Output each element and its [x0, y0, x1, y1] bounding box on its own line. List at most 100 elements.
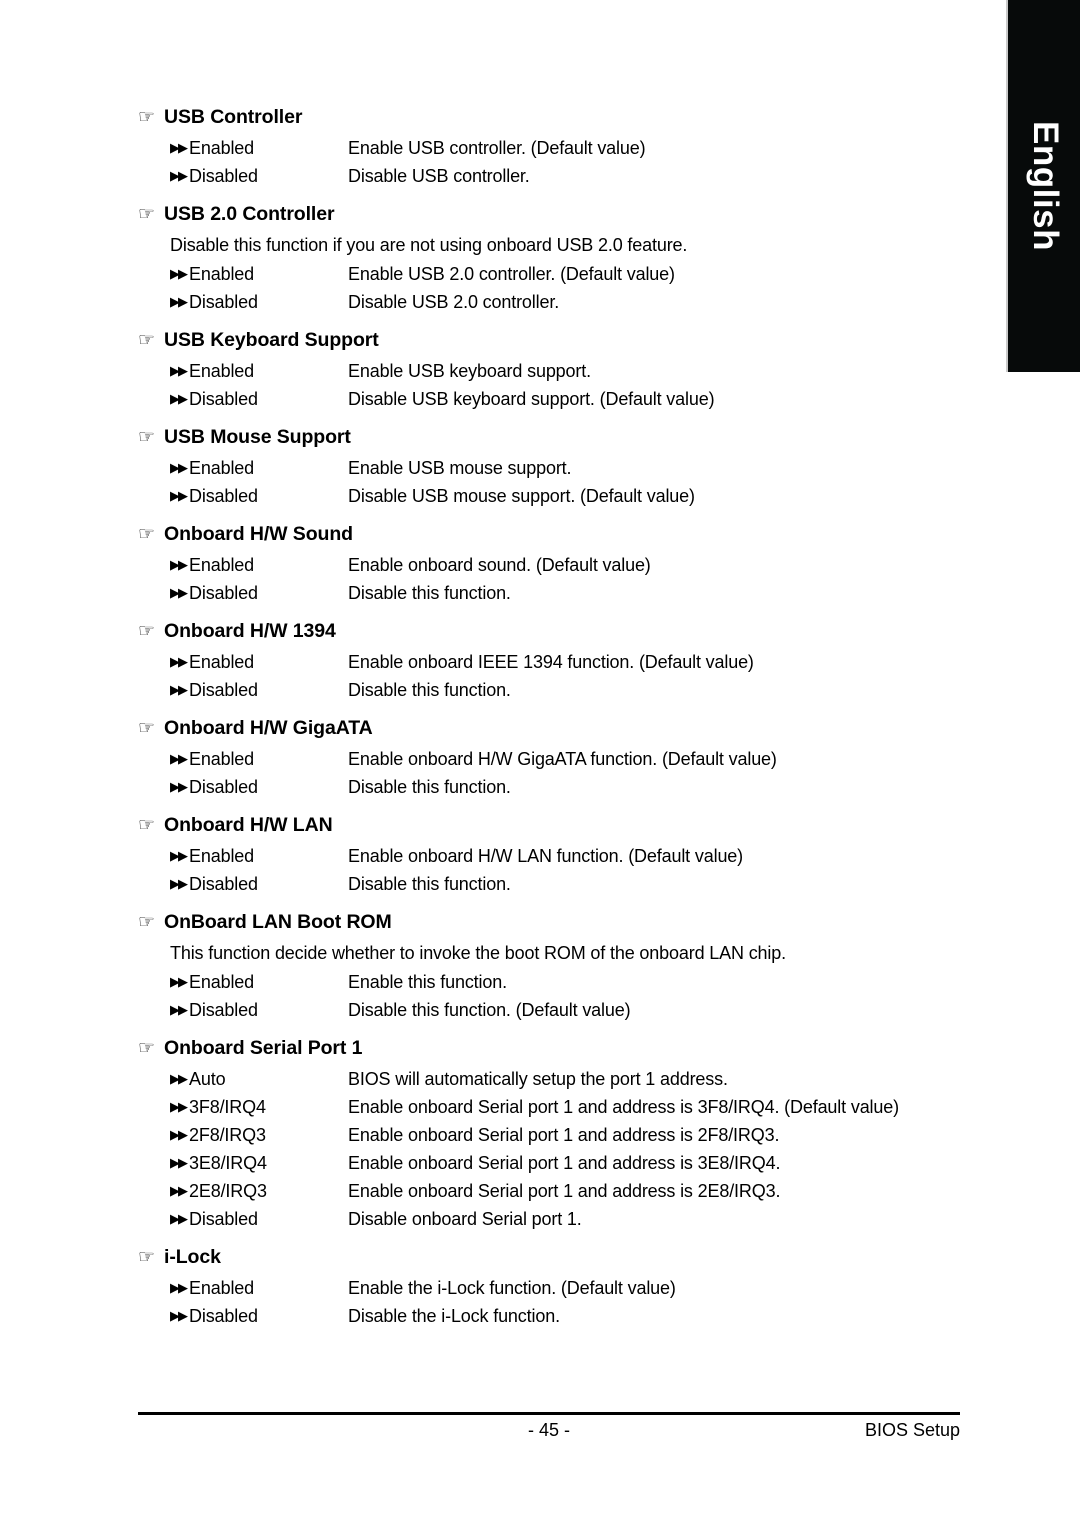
- option-row: ▶▶ Enabled Enable USB mouse support.: [170, 454, 978, 482]
- option-name: Disabled: [189, 680, 258, 700]
- section-title: OnBoard LAN Boot ROM: [164, 911, 392, 933]
- option-description: Disable the i-Lock function.: [348, 1306, 560, 1326]
- option-row: ▶▶ Enabled Enable this function.: [170, 968, 978, 996]
- footer-row: - 45 - BIOS Setup: [138, 1415, 960, 1445]
- bios-setting-section: ☞ Onboard H/W Sound ▶▶ Enabled Enable onboar…: [138, 521, 978, 616]
- option-description: Disable this function.: [348, 680, 511, 700]
- bios-setting-section: ☞ Onboard Serial Port 1 ▶▶ Auto BIOS will au…: [138, 1035, 978, 1242]
- option-row: ▶▶ Auto BIOS will automatically setup the …: [170, 1065, 978, 1093]
- section-title: USB Keyboard Support: [164, 329, 379, 351]
- pointing-hand-icon: ☞: [138, 427, 156, 448]
- option-name: 2F8/IRQ3: [189, 1125, 266, 1145]
- pointing-hand-icon: ☞: [138, 912, 156, 933]
- bios-setting-section: ☞ OnBoard LAN Boot ROM This function decid…: [138, 909, 978, 1033]
- double-arrow-icon: ▶▶: [170, 168, 188, 183]
- option-description: Enable onboard Serial port 1 and address…: [348, 1153, 781, 1173]
- section-heading: ☞ Onboard Serial Port 1: [138, 1035, 978, 1062]
- bios-setting-section: ☞ Onboard H/W 1394 ▶▶ Enabled Enable onboard…: [138, 618, 978, 713]
- page-footer: - 45 - BIOS Setup: [138, 1412, 960, 1445]
- option-name: 2E8/IRQ3: [189, 1181, 267, 1201]
- language-tab-english: English: [1006, 0, 1080, 372]
- option-name: Enabled: [189, 138, 255, 158]
- option-description: Enable onboard Serial port 1 and address…: [348, 1181, 781, 1201]
- option-name: 3E8/IRQ4: [189, 1153, 267, 1173]
- option-row: ▶▶ Disabled Disable this function.: [170, 676, 978, 704]
- double-arrow-icon: ▶▶: [170, 1183, 188, 1198]
- option-row: ▶▶ Enabled Enable onboard H/W LAN function…: [170, 842, 978, 870]
- option-name: Enabled: [189, 972, 255, 992]
- section-heading: ☞ Onboard H/W LAN: [138, 812, 978, 839]
- section-heading: ☞ OnBoard LAN Boot ROM: [138, 909, 978, 936]
- section-title: USB Controller: [164, 106, 303, 128]
- option-description: Enable this function.: [348, 972, 507, 992]
- option-name: Disabled: [189, 583, 258, 603]
- option-row: ▶▶ Disabled Disable USB 2.0 controller.: [170, 288, 978, 316]
- option-name: Disabled: [189, 292, 258, 312]
- footer-section-label: BIOS Setup: [864, 1420, 960, 1440]
- double-arrow-icon: ▶▶: [170, 488, 188, 503]
- double-arrow-icon: ▶▶: [170, 1099, 188, 1114]
- option-name: Disabled: [189, 389, 258, 409]
- double-arrow-icon: ▶▶: [170, 1155, 188, 1170]
- option-name: Enabled: [189, 1278, 255, 1298]
- section-title: Onboard H/W GigaATA: [164, 717, 373, 739]
- option-row: ▶▶ Disabled Disable USB mouse support. (De…: [170, 482, 978, 510]
- section-heading: ☞ USB Controller: [138, 104, 978, 131]
- option-description: Disable USB controller.: [348, 166, 530, 186]
- option-description: Enable USB mouse support.: [348, 458, 572, 478]
- section-heading: ☞ USB Mouse Support: [138, 424, 978, 451]
- option-description: Enable onboard H/W LAN function. (Defaul…: [348, 846, 744, 866]
- section-heading: ☞ Onboard H/W 1394: [138, 618, 978, 645]
- pointing-hand-icon: ☞: [138, 330, 156, 351]
- option-row: ▶▶ Disabled Disable this function.: [170, 579, 978, 607]
- double-arrow-icon: ▶▶: [170, 557, 188, 572]
- language-tab-label: English: [1026, 121, 1065, 251]
- option-row: ▶▶ Enabled Enable onboard IEEE 1394 functi…: [170, 648, 978, 676]
- option-name: Enabled: [189, 361, 255, 381]
- double-arrow-icon: ▶▶: [170, 1002, 188, 1017]
- option-row: ▶▶ Enabled Enable USB controller. (Default…: [170, 134, 978, 162]
- option-description: Enable USB controller. (Default value): [348, 138, 646, 158]
- option-name: Disabled: [189, 874, 258, 894]
- double-arrow-icon: ▶▶: [170, 1211, 188, 1226]
- double-arrow-icon: ▶▶: [170, 1280, 188, 1295]
- option-description: Enable onboard Serial port 1 and address…: [348, 1125, 780, 1145]
- page-number: - 45 -: [527, 1420, 570, 1440]
- option-name: Disabled: [189, 1209, 258, 1229]
- section-title: i-Lock: [164, 1246, 221, 1268]
- pointing-hand-icon: ☞: [138, 204, 156, 225]
- option-description: Disable USB keyboard support. (Default v…: [348, 389, 715, 409]
- option-row: ▶▶ Disabled Disable this function.: [170, 773, 978, 801]
- option-row: ▶▶ Disabled Disable this function. (Defaul…: [170, 996, 978, 1024]
- double-arrow-icon: ▶▶: [170, 294, 188, 309]
- bios-setting-section: ☞ Onboard H/W LAN ▶▶ Enabled Enable onboard …: [138, 812, 978, 907]
- option-name: Enabled: [189, 458, 255, 478]
- option-row: ▶▶ 3F8/IRQ4 Enable onboard Serial port 1 a…: [170, 1093, 978, 1121]
- option-name: Disabled: [189, 486, 258, 506]
- pointing-hand-icon: ☞: [138, 621, 156, 642]
- option-description: Enable USB 2.0 controller. (Default valu…: [348, 264, 675, 284]
- option-row: ▶▶ 3E8/IRQ4 Enable onboard Serial port 1 a…: [170, 1149, 978, 1177]
- section-title: Onboard H/W LAN: [164, 814, 333, 836]
- bios-setting-section: ☞ USB 2.0 Controller Disable this function…: [138, 201, 978, 325]
- double-arrow-icon: ▶▶: [170, 974, 188, 989]
- section-heading: ☞ USB 2.0 Controller: [138, 201, 978, 228]
- option-description: Disable USB mouse support. (Default valu…: [348, 486, 695, 506]
- option-description: Disable onboard Serial port 1.: [348, 1209, 582, 1229]
- pointing-hand-icon: ☞: [138, 718, 156, 739]
- option-name: Enabled: [189, 749, 255, 769]
- option-name: Enabled: [189, 264, 255, 284]
- option-name: Enabled: [189, 846, 255, 866]
- double-arrow-icon: ▶▶: [170, 876, 188, 891]
- section-heading: ☞ i-Lock: [138, 1244, 978, 1271]
- option-row: ▶▶ Disabled Disable the i-Lock function.: [170, 1302, 978, 1330]
- option-description: BIOS will automatically setup the port 1…: [348, 1069, 728, 1089]
- option-description: Disable this function.: [348, 777, 511, 797]
- option-description: Disable this function.: [348, 583, 511, 603]
- double-arrow-icon: ▶▶: [170, 140, 188, 155]
